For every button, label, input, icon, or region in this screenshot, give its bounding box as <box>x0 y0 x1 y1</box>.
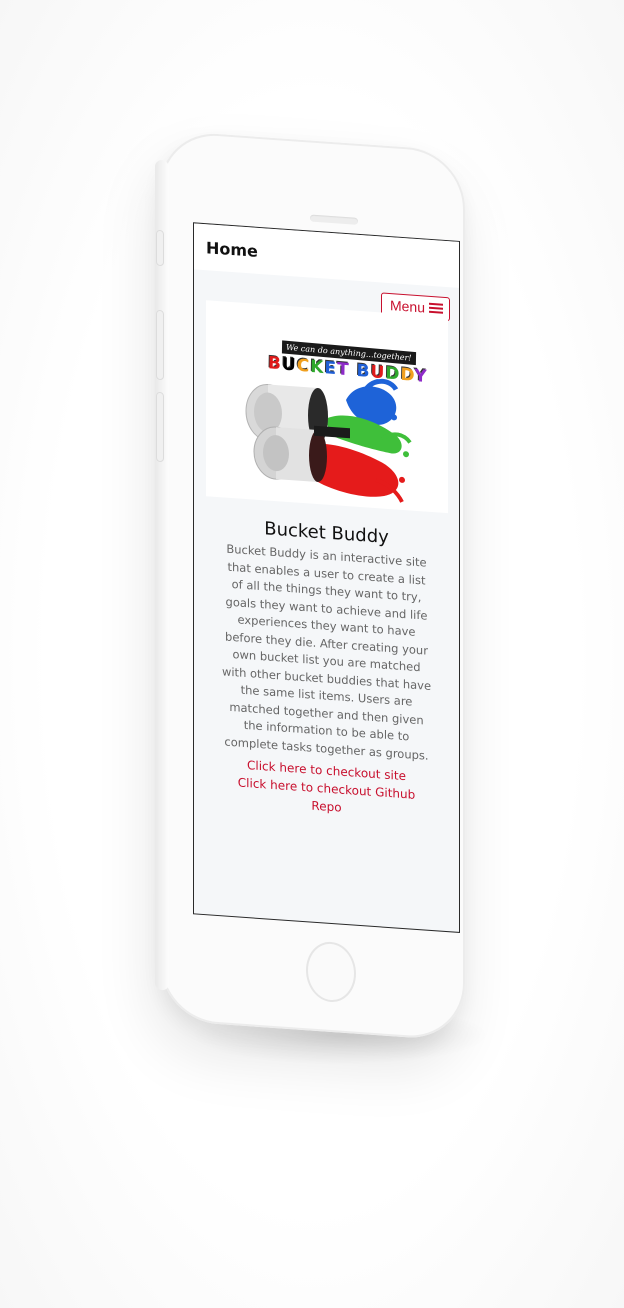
mute-switch <box>156 229 164 267</box>
hamburger-icon <box>429 302 443 314</box>
phone-home-button <box>306 940 356 1004</box>
project-description: Bucket Buddy is an interactive site that… <box>221 541 432 763</box>
volume-up-button <box>156 309 164 381</box>
speaker-grille <box>310 214 358 225</box>
paint-buckets-illustration <box>245 378 412 503</box>
mockup-stage: Home Menu We can do anything...together!… <box>0 0 624 1308</box>
volume-down-button <box>156 391 164 463</box>
project-details: Bucket Buddy Bucket Buddy is an interact… <box>194 513 459 825</box>
phone-screen: Home Menu We can do anything...together!… <box>193 222 460 933</box>
project-hero-image: We can do anything...together! BUCKET BU… <box>206 300 448 514</box>
top-nav-bar: Home <box>194 223 459 288</box>
phone-frame: Home Menu We can do anything...together!… <box>156 130 465 1042</box>
home-link[interactable]: Home <box>206 238 258 261</box>
